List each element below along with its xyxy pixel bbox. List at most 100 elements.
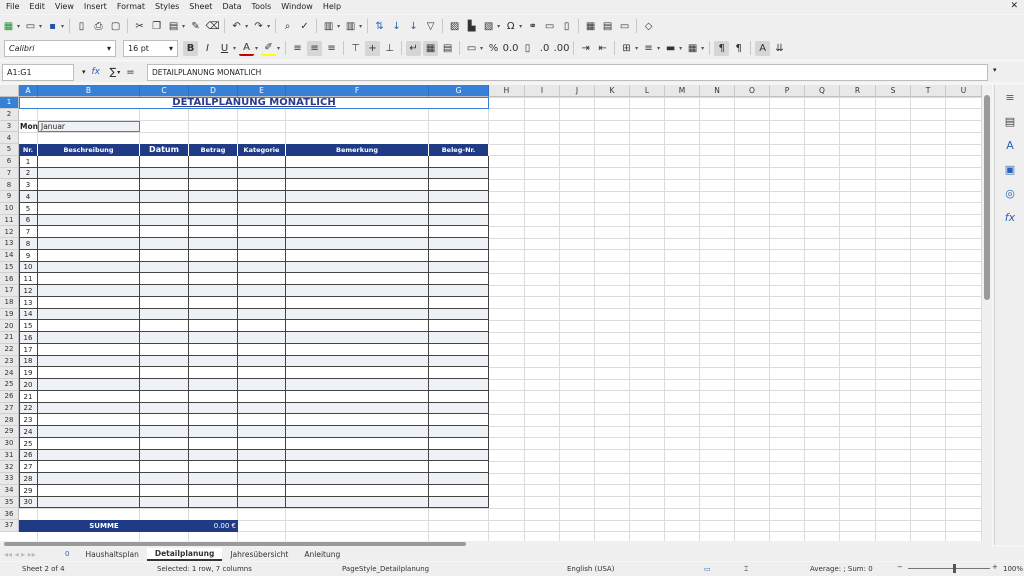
currency-icon[interactable]: ▭ <box>464 41 479 56</box>
row-header[interactable]: 16 <box>0 273 19 285</box>
table-cell[interactable] <box>38 437 140 450</box>
table-cell[interactable] <box>189 379 238 391</box>
tab-3[interactable]: Anleitung <box>296 548 348 561</box>
column-icon[interactable]: ▥ <box>343 19 358 34</box>
table-cell[interactable] <box>140 496 189 509</box>
table-cell[interactable] <box>189 155 238 168</box>
table-cell[interactable] <box>429 191 489 203</box>
chart-icon[interactable]: ▙ <box>464 19 479 34</box>
rtl-icon[interactable]: ¶ <box>731 41 746 56</box>
table-cell[interactable] <box>189 402 238 415</box>
menu-tools[interactable]: Tools <box>246 0 276 14</box>
table-cell[interactable] <box>429 155 489 168</box>
table-cell[interactable] <box>38 320 140 332</box>
add-decimal-icon[interactable]: .0 <box>537 41 552 56</box>
table-cell[interactable] <box>38 155 140 168</box>
table-cell[interactable]: 13 <box>19 296 38 309</box>
column-header-j[interactable]: J <box>560 85 595 97</box>
chevron-down-icon[interactable]: ▾ <box>245 23 248 30</box>
align-left-icon[interactable]: ≡ <box>290 41 305 56</box>
table-cell[interactable] <box>38 308 140 321</box>
table-cell[interactable] <box>238 226 286 238</box>
table-cell[interactable] <box>429 355 489 368</box>
month-value-cell[interactable]: Januar <box>38 120 140 133</box>
table-cell[interactable] <box>140 155 189 168</box>
table-cell[interactable] <box>429 167 489 180</box>
column-header-t[interactable]: T <box>911 85 946 97</box>
table-cell[interactable] <box>238 402 286 415</box>
sum-stats[interactable]: Average: ; Sum: 0 <box>810 565 873 573</box>
border-style-icon[interactable]: ≡ <box>641 41 656 56</box>
table-cell[interactable]: 26 <box>19 449 38 462</box>
table-cell[interactable] <box>140 308 189 321</box>
table-cell[interactable]: 16 <box>19 332 38 344</box>
table-cell[interactable] <box>238 332 286 344</box>
sort-ascending-icon[interactable]: ↓ <box>389 19 404 34</box>
table-cell[interactable] <box>38 167 140 180</box>
column-header-f[interactable]: F <box>286 85 429 97</box>
table-cell[interactable] <box>140 484 189 497</box>
table-cell[interactable] <box>429 473 489 485</box>
align-center-icon[interactable]: ≡ <box>307 40 323 56</box>
table-cell[interactable] <box>286 343 429 356</box>
table-cell[interactable] <box>189 426 238 438</box>
undo-icon[interactable]: ↶ <box>229 19 244 34</box>
table-cell[interactable] <box>238 261 286 274</box>
comment-icon[interactable]: ▭ <box>542 19 557 34</box>
align-center-vertical-icon[interactable]: + <box>365 40 381 56</box>
table-cell[interactable] <box>238 238 286 250</box>
table-cell[interactable] <box>286 261 429 274</box>
row-header[interactable]: 15 <box>0 261 19 274</box>
table-cell[interactable] <box>429 249 489 262</box>
table-cell[interactable] <box>286 437 429 450</box>
column-header-u[interactable]: U <box>946 85 982 97</box>
table-cell[interactable] <box>140 414 189 426</box>
table-cell[interactable] <box>38 449 140 462</box>
table-cell[interactable] <box>429 379 489 391</box>
row-header[interactable]: 8 <box>0 179 19 191</box>
chevron-down-icon[interactable]: ▾ <box>497 23 500 30</box>
define-print-area-icon[interactable]: ▦ <box>583 19 598 34</box>
chevron-down-icon[interactable]: ▾ <box>39 23 42 30</box>
autofilter-icon[interactable]: ▽ <box>423 19 438 34</box>
column-header-o[interactable]: O <box>735 85 770 97</box>
table-cell[interactable] <box>189 179 238 191</box>
table-cell[interactable] <box>140 437 189 450</box>
table-cell[interactable]: 28 <box>19 473 38 485</box>
table-cell[interactable] <box>140 202 189 215</box>
merge-center-icon[interactable]: ▦ <box>423 40 439 56</box>
vertical-scrollbar[interactable] <box>982 85 992 541</box>
table-cell[interactable] <box>238 308 286 321</box>
row-header[interactable]: 36 <box>0 508 19 520</box>
menu-styles[interactable]: Styles <box>149 0 183 14</box>
row-header[interactable]: 20 <box>0 320 19 332</box>
table-cell[interactable] <box>140 238 189 250</box>
table-cell[interactable]: 8 <box>19 238 38 250</box>
table-cell[interactable] <box>238 343 286 356</box>
table-cell[interactable] <box>189 249 238 262</box>
table-cell[interactable] <box>429 437 489 450</box>
column-header-r[interactable]: R <box>840 85 876 97</box>
table-cell[interactable] <box>238 167 286 180</box>
highlight-icon[interactable]: ✐ <box>261 41 277 56</box>
print-icon[interactable]: ⎙ <box>91 19 106 34</box>
borders-icon[interactable]: ⊞ <box>619 41 634 56</box>
table-cell[interactable] <box>38 461 140 473</box>
column-header-d[interactable]: D <box>189 85 238 97</box>
table-cell[interactable] <box>140 249 189 262</box>
chevron-down-icon[interactable]: ▾ <box>267 23 270 30</box>
row-header[interactable]: 3 <box>0 120 19 133</box>
table-cell[interactable] <box>429 402 489 415</box>
table-cell[interactable] <box>189 437 238 450</box>
table-cell[interactable] <box>140 179 189 191</box>
table-cell[interactable] <box>140 449 189 462</box>
table-cell[interactable] <box>429 414 489 426</box>
table-cell[interactable] <box>38 202 140 215</box>
table-cell[interactable] <box>238 191 286 203</box>
formula-equals-icon[interactable]: = <box>126 67 134 78</box>
table-cell[interactable] <box>238 390 286 403</box>
delete-decimal-icon[interactable]: .00 <box>554 41 570 56</box>
table-cell[interactable] <box>38 214 140 227</box>
row-header[interactable]: 24 <box>0 367 19 379</box>
table-cell[interactable]: 18 <box>19 355 38 368</box>
